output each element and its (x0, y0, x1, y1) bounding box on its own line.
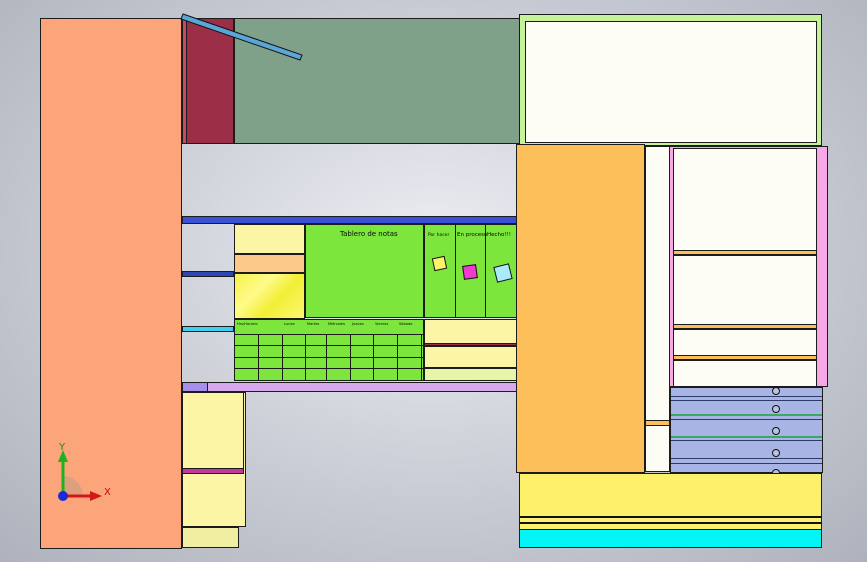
sticky-note-cyan (493, 263, 513, 283)
cream-wall-block (234, 224, 305, 254)
schedule-table: Hrs/Horario Lunes Martes Miércoles Jueves Vie… (234, 319, 439, 381)
drawer-knob-2 (772, 405, 780, 413)
drawer-knob-4 (772, 449, 780, 457)
drawer-knob-1 (772, 387, 780, 395)
blue-shelf-bar (182, 216, 518, 224)
schedule-header-cell: Miércoles (328, 322, 345, 326)
kanban-col-todo: Por hacer (428, 233, 450, 238)
sticky-note-magenta (462, 264, 478, 280)
cabinet-magenta-strip (182, 468, 244, 474)
wardrobe-shelf-4 (673, 360, 817, 387)
kanban-col-inprogress: En proceso (457, 232, 488, 238)
note-board-title: Tablero de notas (340, 230, 398, 238)
axis-label-x: X (104, 487, 111, 498)
drawer-knob-3 (772, 427, 780, 435)
small-blue-shelf (182, 271, 234, 277)
desk-top-lilac-strip (207, 382, 518, 392)
sticky-note-yellow (431, 255, 448, 272)
schedule-header-cell: Lunes (284, 322, 295, 326)
peach-wall-block (234, 254, 305, 273)
cabinet-base (182, 527, 239, 548)
cabinet-drawer (182, 392, 244, 469)
kanban-board: Por hacer En proceso Hecho!!! (424, 224, 518, 318)
schedule-header-cell: Viernes (375, 322, 389, 326)
cream-box-upper (424, 319, 518, 344)
wardrobe-shelf-3 (673, 329, 817, 356)
kanban-col-done: Hecho!!! (487, 232, 512, 238)
note-board: Tablero de notas (305, 224, 424, 318)
top-right-white-panel (525, 21, 817, 143)
axis-label-y: Y (59, 442, 66, 453)
schedule-header-cell: Jueves (352, 322, 364, 326)
small-cyan-shelf (182, 326, 234, 332)
green-desk-strip (424, 368, 518, 381)
drawer-stack (670, 387, 823, 477)
wardrobe-cyan-base (519, 529, 822, 548)
wardrobe-yellow-base (519, 473, 822, 530)
schedule-header-cell: Hrs/Horario (237, 322, 258, 326)
wardrobe-narrow-divider (645, 420, 670, 426)
wardrobe-shelf-1 (673, 148, 817, 252)
cream-box-lower (424, 346, 518, 368)
schedule-header-cell: Martes (307, 322, 320, 326)
wardrobe-shelf-2 (673, 255, 817, 325)
wardrobe-orange-door (516, 144, 645, 473)
schedule-header-cell: Sábado (399, 322, 413, 326)
yellow-picture (234, 273, 305, 319)
